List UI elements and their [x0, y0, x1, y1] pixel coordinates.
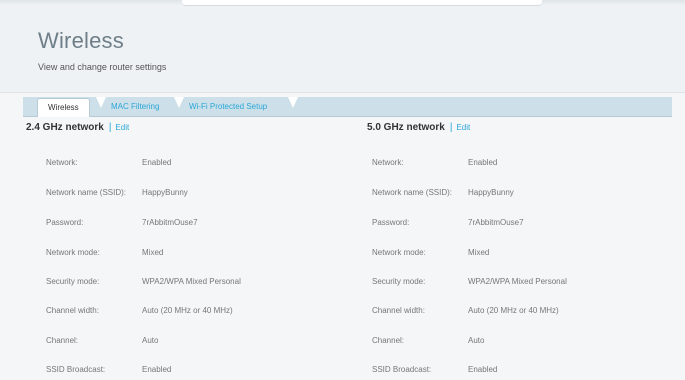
edit-2-4ghz-link[interactable]: Edit	[115, 123, 129, 132]
setting-label: SSID Broadcast:	[46, 365, 106, 374]
tab-divider	[288, 97, 298, 108]
setting-value: Enabled	[468, 158, 498, 167]
setting-label: Network name (SSID):	[372, 188, 453, 197]
tab-bar: Wireless MAC Filtering Wi-Fi Protected S…	[23, 97, 672, 117]
section-separator: |	[449, 122, 453, 133]
setting-value: Auto	[468, 336, 485, 345]
setting-label: Channel width:	[372, 306, 425, 315]
section-title: 5.0 GHz network	[367, 122, 445, 133]
setting-label: Security mode:	[46, 277, 100, 286]
setting-value: Enabled	[468, 365, 498, 374]
setting-value: Auto	[142, 336, 159, 345]
setting-value: Auto (20 MHz or 40 MHz)	[142, 306, 233, 315]
setting-value: Enabled	[142, 365, 172, 374]
setting-value: HappyBunny	[468, 188, 514, 197]
section-header: 5.0 GHz network | Edit	[367, 120, 667, 136]
setting-value: 7rAbbitmOuse7	[142, 218, 198, 227]
section-separator: |	[108, 122, 112, 133]
setting-value: 7rAbbitmOuse7	[468, 218, 524, 227]
setting-value: HappyBunny	[142, 188, 188, 197]
network-section-5ghz: 5.0 GHz network | Edit Network: Enabled Ne…	[367, 120, 667, 374]
setting-label: Network name (SSID):	[46, 188, 127, 197]
page-header: Wireless View and change router settings	[0, 6, 685, 93]
page-title: Wireless	[38, 28, 124, 53]
tab-wifi-protected-setup[interactable]: Wi-Fi Protected Setup	[179, 98, 277, 115]
edit-5ghz-link[interactable]: Edit	[456, 123, 470, 132]
setting-value: WPA2/WPA Mixed Personal	[142, 277, 241, 286]
setting-label: Password:	[46, 218, 84, 227]
setting-label: Password:	[372, 218, 410, 227]
setting-label: Security mode:	[372, 277, 426, 286]
section-title: 2.4 GHz network	[26, 122, 104, 133]
setting-label: Channel:	[46, 336, 79, 345]
tab-mac-filtering[interactable]: MAC Filtering	[101, 98, 169, 115]
setting-value: Auto (20 MHz or 40 MHz)	[468, 306, 559, 315]
setting-label: Network mode:	[372, 248, 426, 257]
setting-label: Channel:	[372, 336, 405, 345]
setting-label: Channel width:	[46, 306, 99, 315]
setting-label: SSID Broadcast:	[372, 365, 432, 374]
setting-label: Network:	[372, 158, 404, 167]
tab-wireless[interactable]: Wireless	[37, 98, 90, 117]
setting-value: Enabled	[142, 158, 172, 167]
setting-value: Mixed	[142, 248, 164, 257]
network-section-2-4ghz: 2.4 GHz network | Edit Network: Enabled Ne…	[26, 120, 326, 374]
section-header: 2.4 GHz network | Edit	[26, 120, 326, 136]
setting-value: Mixed	[468, 248, 490, 257]
setting-label: Network:	[46, 158, 78, 167]
setting-value: WPA2/WPA Mixed Personal	[468, 277, 567, 286]
page-subtitle: View and change router settings	[38, 62, 167, 72]
setting-label: Network mode:	[46, 248, 100, 257]
